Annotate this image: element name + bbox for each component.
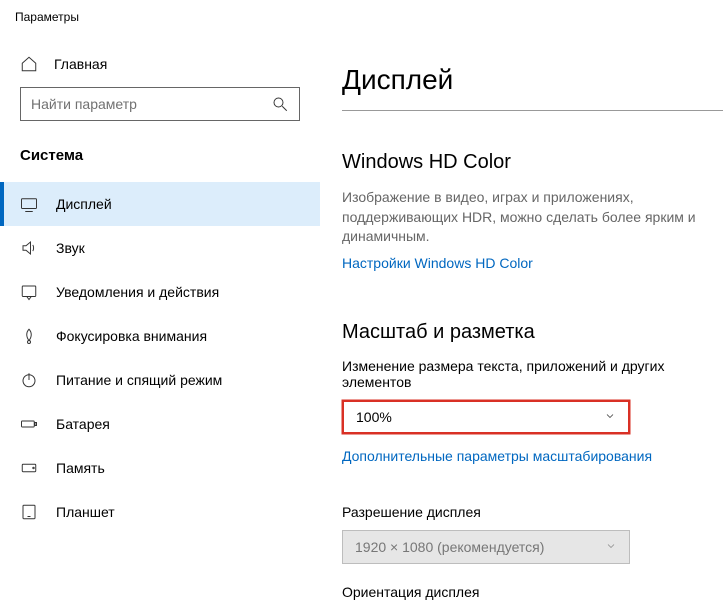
nav-item-notifications[interactable]: Уведомления и действия (0, 270, 320, 314)
resolution-value: 1920 × 1080 (рекомендуется) (355, 539, 544, 555)
storage-icon (20, 459, 38, 477)
nav-item-label: Звук (56, 240, 85, 256)
search-box[interactable] (20, 87, 300, 121)
search-input[interactable] (31, 96, 271, 112)
resolution-label: Разрешение дисплея (342, 504, 723, 520)
sidebar-category: Система (0, 141, 320, 182)
power-icon (20, 371, 38, 389)
scale-section-title: Масштаб и разметка (342, 321, 723, 344)
nav-item-label: Питание и спящий режим (56, 372, 222, 388)
nav-item-power[interactable]: Питание и спящий режим (0, 358, 320, 402)
nav-item-display[interactable]: Дисплей (0, 182, 320, 226)
chevron-down-icon (604, 409, 616, 425)
nav-item-tablet[interactable]: Планшет (0, 490, 320, 534)
page-title: Дисплей (342, 64, 723, 111)
battery-icon (20, 415, 38, 433)
nav-item-label: Батарея (56, 416, 110, 432)
hd-color-description: Изображение в видео, играх и приложениях… (342, 188, 723, 247)
nav-item-label: Память (56, 460, 105, 476)
home-icon (20, 55, 38, 73)
nav-item-label: Дисплей (56, 196, 112, 212)
display-icon (20, 195, 38, 213)
sound-icon (20, 239, 38, 257)
tablet-icon (20, 503, 38, 521)
nav-home-label: Главная (54, 56, 107, 72)
nav-item-focus[interactable]: Фокусировка внимания (0, 314, 320, 358)
nav-item-battery[interactable]: Батарея (0, 402, 320, 446)
notification-icon (20, 283, 38, 301)
nav-item-sound[interactable]: Звук (0, 226, 320, 270)
scale-label: Изменение размера текста, приложений и д… (342, 358, 723, 390)
content-area: Дисплей Windows HD Color Изображение в в… (320, 32, 723, 600)
scale-select[interactable]: 100% (342, 400, 630, 434)
hd-color-title: Windows HD Color (342, 151, 723, 174)
orientation-label: Ориентация дисплея (342, 584, 723, 600)
chevron-down-icon (605, 539, 617, 555)
nav-item-label: Уведомления и действия (56, 284, 219, 300)
nav-item-label: Планшет (56, 504, 115, 520)
nav-item-storage[interactable]: Память (0, 446, 320, 490)
window-title: Параметры (0, 0, 723, 32)
search-icon (271, 95, 289, 113)
focus-icon (20, 327, 38, 345)
hd-color-link[interactable]: Настройки Windows HD Color (342, 255, 533, 271)
nav-item-label: Фокусировка внимания (56, 328, 207, 344)
scale-value: 100% (356, 409, 392, 425)
advanced-scaling-link[interactable]: Дополнительные параметры масштабирования (342, 448, 652, 464)
resolution-select[interactable]: 1920 × 1080 (рекомендуется) (342, 530, 630, 564)
sidebar: Главная Система Дисплей Звук (0, 32, 320, 600)
nav-home[interactable]: Главная (0, 47, 320, 87)
